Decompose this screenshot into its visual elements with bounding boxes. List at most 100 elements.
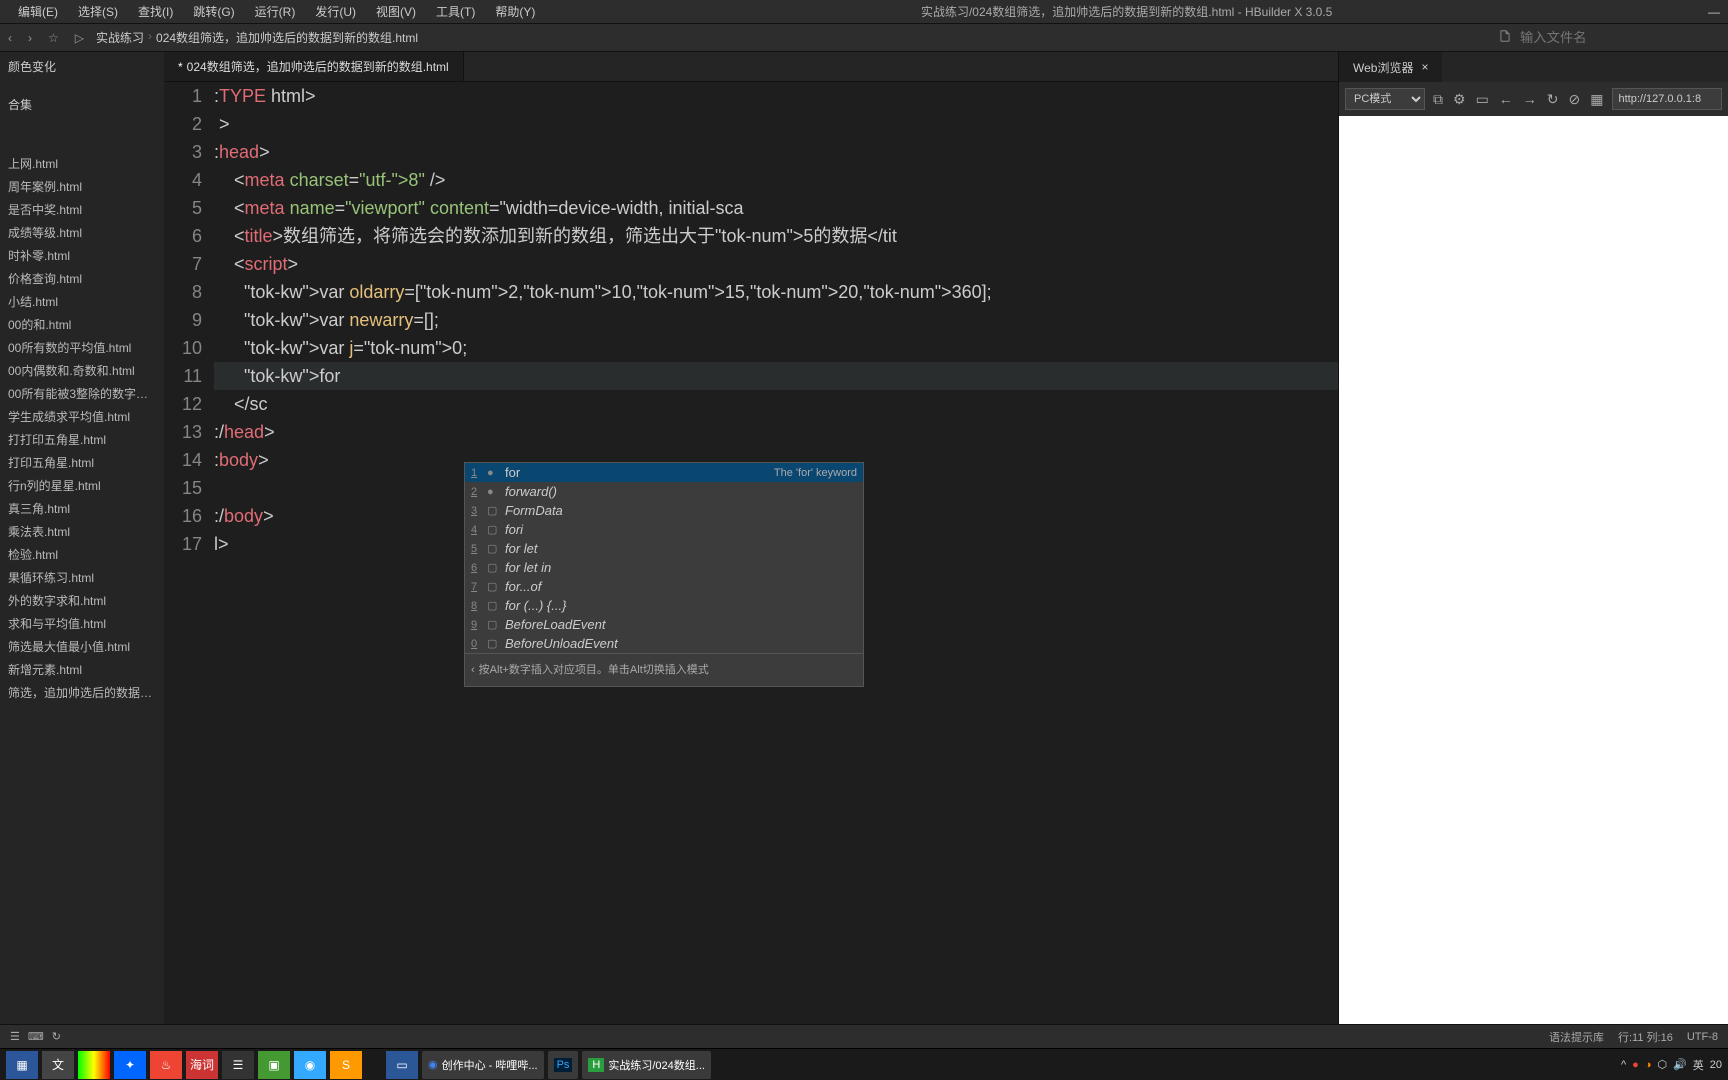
crumb-file[interactable]: 024数组筛选，追加帅选后的数据到新的数组.html — [156, 29, 418, 46]
code-line[interactable]: "tok-kw">var j="tok-num">0; — [214, 334, 1338, 362]
sidebar-item[interactable]: 价格查询.html — [0, 267, 164, 290]
sidebar-item[interactable]: 00内偶数和.奇数和.html — [0, 359, 164, 382]
menu-help[interactable]: 帮助(Y) — [485, 3, 545, 20]
code-area[interactable]: 1234567891011121314151617 :TYPE html> >:… — [164, 82, 1338, 1024]
sidebar-item[interactable]: 筛选，追加帅选后的数据到新的数组... — [0, 681, 164, 704]
browser-content[interactable] — [1339, 116, 1728, 1024]
sidebar-item[interactable]: 00所有能被3整除的数字的和.html — [0, 382, 164, 405]
code-line[interactable]: <meta charset="utf-">8" /> — [214, 166, 1338, 194]
qrcode-icon[interactable]: ▦ — [1588, 91, 1605, 108]
browser-refresh-icon[interactable]: ↻ — [1545, 91, 1561, 108]
sidebar-item[interactable]: 外的数字求和.html — [0, 589, 164, 612]
taskbar-app-icon[interactable]: ◉ — [294, 1051, 326, 1079]
run-icon[interactable]: ▷ — [75, 31, 84, 45]
taskbar-app-icon[interactable]: ▦ — [6, 1051, 38, 1079]
outline-icon[interactable]: ☰ — [10, 1030, 20, 1043]
code-line[interactable]: <title>数组筛选，将筛选会的数添加到新的数组，筛选出大于"tok-num"… — [214, 222, 1338, 250]
collapse-icon[interactable]: ‹ — [471, 656, 475, 684]
taskbar-app-icon[interactable]: ✦ — [114, 1051, 146, 1079]
sidebar-item[interactable]: 上网.html — [0, 152, 164, 175]
star-icon[interactable]: ☆ — [48, 31, 59, 45]
sidebar-header[interactable]: 合集 — [0, 90, 164, 116]
sidebar-item[interactable]: 打打印五角星.html — [0, 428, 164, 451]
code-line[interactable]: <script> — [214, 250, 1338, 278]
sidebar-item[interactable]: 真三角.html — [0, 497, 164, 520]
menu-goto[interactable]: 跳转(G) — [183, 3, 244, 20]
sidebar-header[interactable]: 颜色变化 — [0, 52, 164, 78]
browser-stop-icon[interactable]: ⊘ — [1567, 91, 1583, 108]
code-line[interactable]: "tok-kw">var oldarry=["tok-num">2,"tok-n… — [214, 278, 1338, 306]
sidebar-item[interactable]: 成绩等级.html — [0, 221, 164, 244]
browser-back-icon[interactable]: ← — [1497, 91, 1515, 107]
taskbar-app-icon[interactable]: ▭ — [386, 1051, 418, 1079]
code-line[interactable]: "tok-kw">var newarry=[]; — [214, 306, 1338, 334]
sidebar-item[interactable]: 学生成绩求平均值.html — [0, 405, 164, 428]
taskbar-app-icon[interactable]: 海词 — [186, 1051, 218, 1079]
code-line[interactable]: :TYPE html> — [214, 82, 1338, 110]
sidebar-item[interactable]: 求和与平均值.html — [0, 612, 164, 635]
code-line[interactable]: :/head> — [214, 418, 1338, 446]
sidebar-item[interactable]: 00所有数的平均值.html — [0, 336, 164, 359]
minimize-icon[interactable]: — — [1708, 5, 1720, 19]
menu-tools[interactable]: 工具(T) — [426, 3, 485, 20]
terminal-icon[interactable]: ⌨ — [28, 1030, 44, 1043]
taskbar-chrome[interactable]: ◉ 创作中心 - 哔哩哔... — [422, 1051, 544, 1079]
editor-tab[interactable]: * 024数组筛选，追加帅选后的数据到新的数组.html — [164, 52, 464, 81]
autocomplete-item[interactable]: 0▢BeforeUnloadEvent — [465, 634, 863, 653]
menu-find[interactable]: 查找(I) — [128, 3, 183, 20]
sidebar-item[interactable]: 新增元素.html — [0, 658, 164, 681]
taskbar-app-icon[interactable]: ♨ — [150, 1051, 182, 1079]
tray-icon[interactable]: ^ — [1621, 1059, 1626, 1071]
file-search-input[interactable] — [1520, 30, 1720, 45]
new-window-icon[interactable]: ⧉ — [1431, 91, 1445, 108]
menu-publish[interactable]: 发行(U) — [305, 3, 366, 20]
sidebar-item[interactable]: 小结.html — [0, 290, 164, 313]
sidebar-item[interactable]: 乘法表.html — [0, 520, 164, 543]
browser-forward-icon[interactable]: → — [1521, 91, 1539, 107]
taskbar-app-icon[interactable]: ☰ — [222, 1051, 254, 1079]
viewport-mode-select[interactable]: PC模式 — [1345, 88, 1425, 110]
close-icon[interactable]: × — [1421, 60, 1428, 74]
taskbar-app-icon[interactable]: 文 — [42, 1051, 74, 1079]
menu-select[interactable]: 选择(S) — [68, 3, 128, 20]
code-line[interactable]: :head> — [214, 138, 1338, 166]
taskbar-photoshop[interactable]: Ps — [548, 1051, 579, 1079]
status-syntax[interactable]: 语法提示库 — [1549, 1029, 1604, 1045]
tray-ime[interactable]: 英 — [1693, 1057, 1704, 1073]
sidebar-item[interactable]: 是否中奖.html — [0, 198, 164, 221]
tray-icon[interactable]: ● — [1632, 1059, 1639, 1071]
sidebar-item[interactable]: 00的和.html — [0, 313, 164, 336]
tray-time[interactable]: 20 — [1710, 1059, 1722, 1071]
sidebar-item[interactable]: 打印五角星.html — [0, 451, 164, 474]
tray-icon[interactable]: 🔊 — [1673, 1058, 1687, 1071]
taskbar-app-icon[interactable] — [78, 1051, 110, 1079]
status-encoding[interactable]: UTF-8 — [1687, 1031, 1718, 1043]
code-line[interactable]: </sc — [214, 390, 1338, 418]
responsive-icon[interactable]: ▭ — [1474, 91, 1491, 108]
browser-url-input[interactable] — [1612, 88, 1723, 110]
tray-icon[interactable]: ◑ — [1645, 1059, 1652, 1071]
menu-edit[interactable]: 编辑(E) — [8, 3, 68, 20]
browser-tab[interactable]: Web浏览器 × — [1339, 52, 1442, 82]
code-line[interactable]: "tok-kw">for — [214, 362, 1338, 390]
taskbar-app-icon[interactable]: S — [330, 1051, 362, 1079]
sidebar-item[interactable]: 周年案例.html — [0, 175, 164, 198]
sidebar-item[interactable]: 行n列的星星.html — [0, 474, 164, 497]
code-line[interactable]: <meta name="viewport" content="width=dev… — [214, 194, 1338, 222]
gear-icon[interactable]: ⚙ — [1451, 91, 1468, 108]
status-position[interactable]: 行:11 列:16 — [1618, 1029, 1673, 1045]
code-line[interactable]: > — [214, 110, 1338, 138]
taskbar-hbuilder[interactable]: H 实战练习/024数组... — [582, 1051, 711, 1079]
system-tray[interactable]: ^ ● ◑ ⬡ 🔊 英 20 — [1621, 1057, 1722, 1073]
back-icon[interactable]: ‹ — [8, 31, 12, 45]
sidebar-item[interactable]: 果循环练习.html — [0, 566, 164, 589]
menu-run[interactable]: 运行(R) — [245, 3, 306, 20]
forward-icon[interactable]: › — [28, 31, 32, 45]
sidebar-item[interactable]: 检验.html — [0, 543, 164, 566]
sidebar-item[interactable]: 筛选最大值最小值.html — [0, 635, 164, 658]
tray-icon[interactable]: ⬡ — [1657, 1058, 1667, 1071]
sync-icon[interactable]: ↻ — [52, 1030, 61, 1043]
menu-view[interactable]: 视图(V) — [366, 3, 426, 20]
taskbar-app-icon[interactable]: ▣ — [258, 1051, 290, 1079]
sidebar-item[interactable]: 时补零.html — [0, 244, 164, 267]
